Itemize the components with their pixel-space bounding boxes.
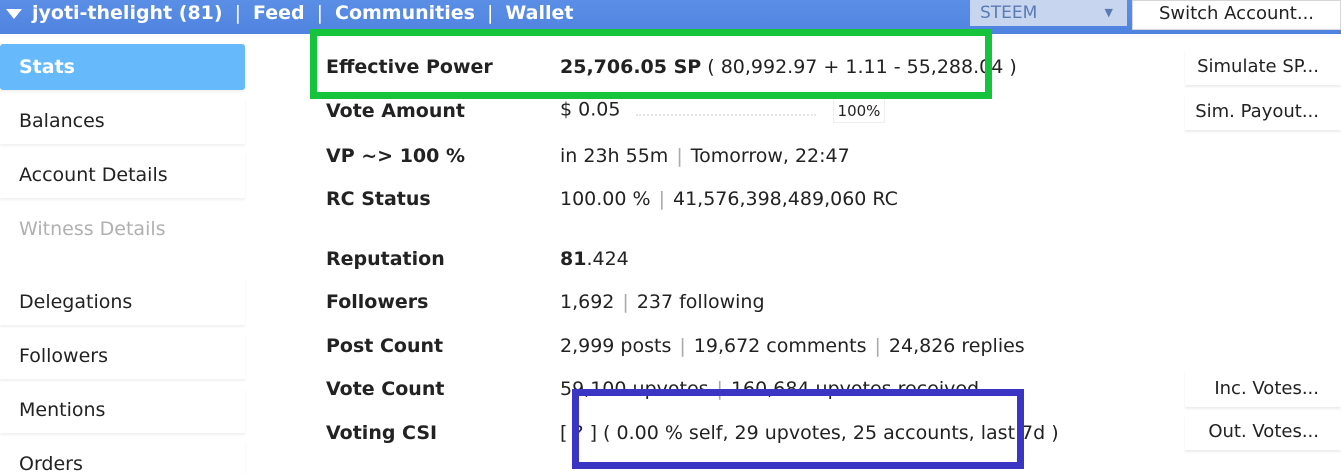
- sidebar-item-stats[interactable]: Stats: [0, 44, 245, 90]
- vp-label: VP ~> 100 %: [326, 145, 466, 167]
- communities-link[interactable]: Communities: [335, 2, 475, 24]
- sidebar: Stats Balances Account Details Witness D…: [0, 36, 250, 475]
- caret-down-icon[interactable]: [6, 9, 22, 19]
- reputation-frac: .424: [586, 248, 629, 270]
- following-count: 237 following: [636, 291, 765, 313]
- feed-link[interactable]: Feed: [253, 2, 305, 24]
- nav-separator: |: [316, 2, 323, 24]
- rc-amount: 41,576,398,489,060 RC: [672, 188, 898, 210]
- highlight-box-green: [310, 29, 992, 99]
- reputation-value: 81.424: [560, 248, 629, 270]
- vote-count-label: Vote Count: [326, 378, 445, 400]
- rc-percent: 100.00 %: [560, 188, 651, 210]
- followers-count: 1,692: [560, 291, 615, 313]
- sidebar-item-witness-details: Witness Details: [0, 206, 245, 252]
- nav-separator: |: [486, 2, 494, 24]
- rc-status-label: RC Status: [326, 188, 431, 210]
- vote-weight-slider[interactable]: [636, 104, 817, 116]
- replies-count: 24,826 replies: [888, 335, 1025, 357]
- voting-csi-label: Voting CSI: [326, 422, 438, 444]
- top-nav: jyoti-thelight (81) | Feed | Communities…: [6, 0, 573, 26]
- separator: |: [874, 335, 881, 357]
- vote-weight-percent[interactable]: 100%: [832, 97, 886, 123]
- vp-time: in 23h 55m: [560, 145, 669, 167]
- sidebar-item-mentions[interactable]: Mentions: [0, 387, 245, 433]
- switch-account-button[interactable]: Switch Account...: [1132, 0, 1341, 30]
- posts-count: 2,999 posts: [560, 335, 672, 357]
- dropdown-arrow-icon: ▼: [1104, 6, 1113, 19]
- chain-select-value: STEEM: [980, 3, 1038, 23]
- separator: |: [676, 145, 683, 167]
- separator: |: [679, 335, 686, 357]
- separator: |: [622, 291, 629, 313]
- rc-status-value: 100.00 % | 41,576,398,489,060 RC: [560, 188, 898, 210]
- vote-amount-label: Vote Amount: [326, 100, 465, 122]
- vp-value: in 23h 55m | Tomorrow, 22:47: [560, 145, 850, 167]
- reputation-int: 81: [560, 248, 587, 270]
- highlight-box-blue: [572, 389, 1024, 469]
- vp-full-at: Tomorrow, 22:47: [690, 145, 850, 167]
- post-count-value: 2,999 posts | 19,672 comments | 24,826 repli…: [560, 335, 1025, 357]
- sidebar-item-delegations[interactable]: Delegations: [0, 279, 245, 325]
- simulate-sp-button[interactable]: Simulate SP...: [1185, 49, 1341, 85]
- followers-label: Followers: [326, 291, 429, 313]
- comments-count: 19,672 comments: [693, 335, 867, 357]
- reputation-label: Reputation: [326, 248, 445, 270]
- account-link[interactable]: jyoti-thelight (81): [32, 2, 223, 24]
- followers-value: 1,692 | 237 following: [560, 291, 765, 313]
- separator: |: [658, 188, 665, 210]
- sidebar-item-balances[interactable]: Balances: [0, 98, 245, 144]
- sidebar-item-followers[interactable]: Followers: [0, 333, 245, 379]
- vote-amount-value: $ 0.05 100%: [560, 97, 886, 123]
- post-count-label: Post Count: [326, 335, 444, 357]
- sim-payout-button[interactable]: Sim. Payout...: [1185, 94, 1341, 130]
- inc-votes-button[interactable]: Inc. Votes...: [1185, 371, 1341, 407]
- nav-separator: |: [234, 2, 241, 24]
- vote-amount: $ 0.05: [560, 98, 621, 121]
- chain-select[interactable]: STEEM ▼: [970, 0, 1127, 26]
- wallet-link[interactable]: Wallet: [505, 2, 573, 24]
- sidebar-item-orders[interactable]: Orders: [0, 441, 245, 475]
- out-votes-button[interactable]: Out. Votes...: [1185, 414, 1341, 450]
- sidebar-item-account-details[interactable]: Account Details: [0, 152, 245, 198]
